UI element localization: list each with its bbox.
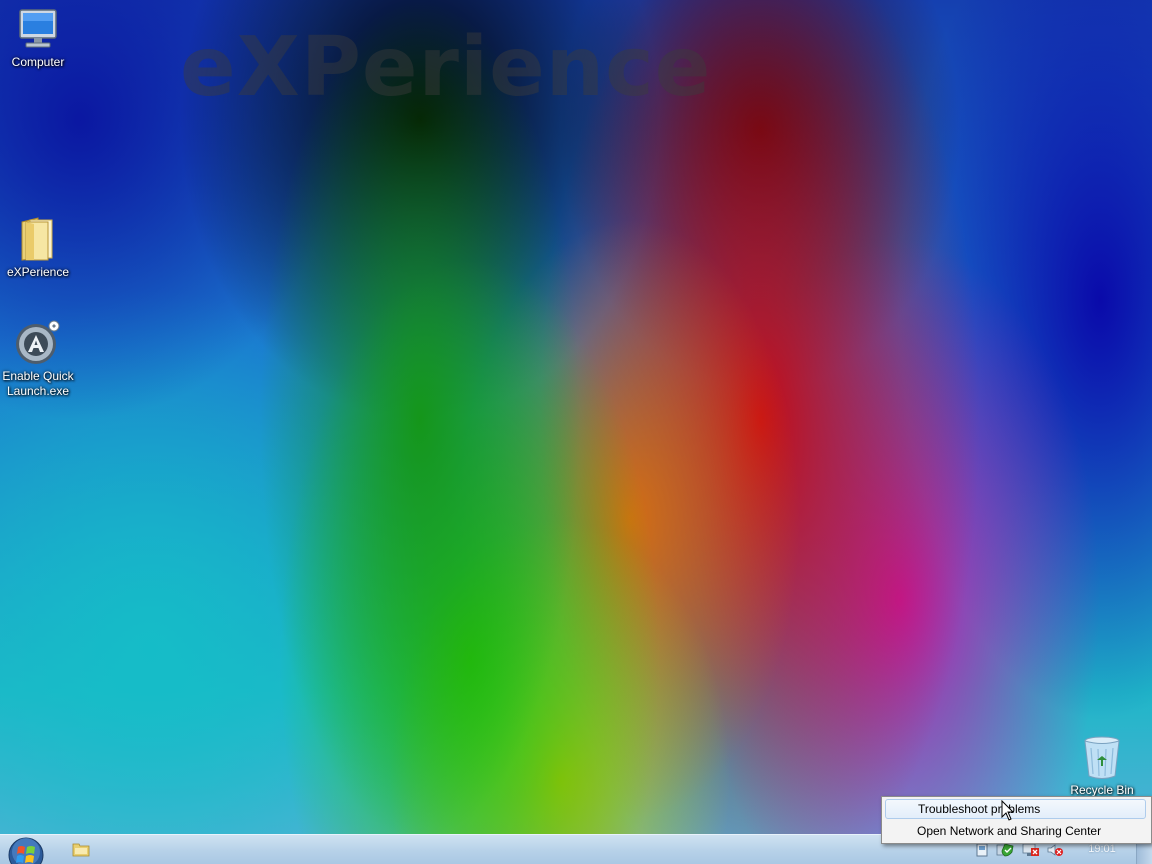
volume-muted-icon[interactable] [1046,843,1064,857]
network-icon[interactable] [1022,843,1040,857]
menu-item-open-network-sharing-center[interactable]: Open Network and Sharing Center [885,821,1146,841]
desktop-icon-label: eXPerience [6,265,70,279]
desktop-icon-label: Computer [11,55,65,69]
recycle-bin-icon [1084,736,1120,779]
desktop-icon-computer[interactable]: Computer [0,8,76,70]
desktop-icon-experience-folder[interactable]: eXPerience [0,214,76,280]
computer-icon [19,9,57,48]
network-context-menu: Troubleshoot problems Open Network and S… [881,796,1152,844]
explorer-folder-icon[interactable] [72,841,90,857]
desktop[interactable]: eXPerience Computer eXPerience Enable Qu… [0,0,1152,864]
desktop-icon-recycle-bin[interactable]: Recycle Bin [1064,736,1140,798]
desktop-icon-enable-quick-launch[interactable]: Enable Quick Launch.exe [0,320,76,399]
mouse-cursor-icon [1001,800,1015,821]
action-center-flag-icon[interactable] [976,843,988,857]
wallpaper [0,0,1152,864]
wallpaper-watermark: eXPerience [180,20,712,115]
windows-start-orb[interactable] [6,835,46,864]
desktop-icon-label: Enable Quick Launch.exe [2,369,74,398]
folder-icon [21,217,53,261]
menu-item-troubleshoot-problems[interactable]: Troubleshoot problems [885,799,1146,819]
app-exe-icon [16,320,60,364]
taskbar-clock[interactable]: 19:01 [1082,843,1122,855]
security-shield-icon[interactable] [996,843,1014,857]
